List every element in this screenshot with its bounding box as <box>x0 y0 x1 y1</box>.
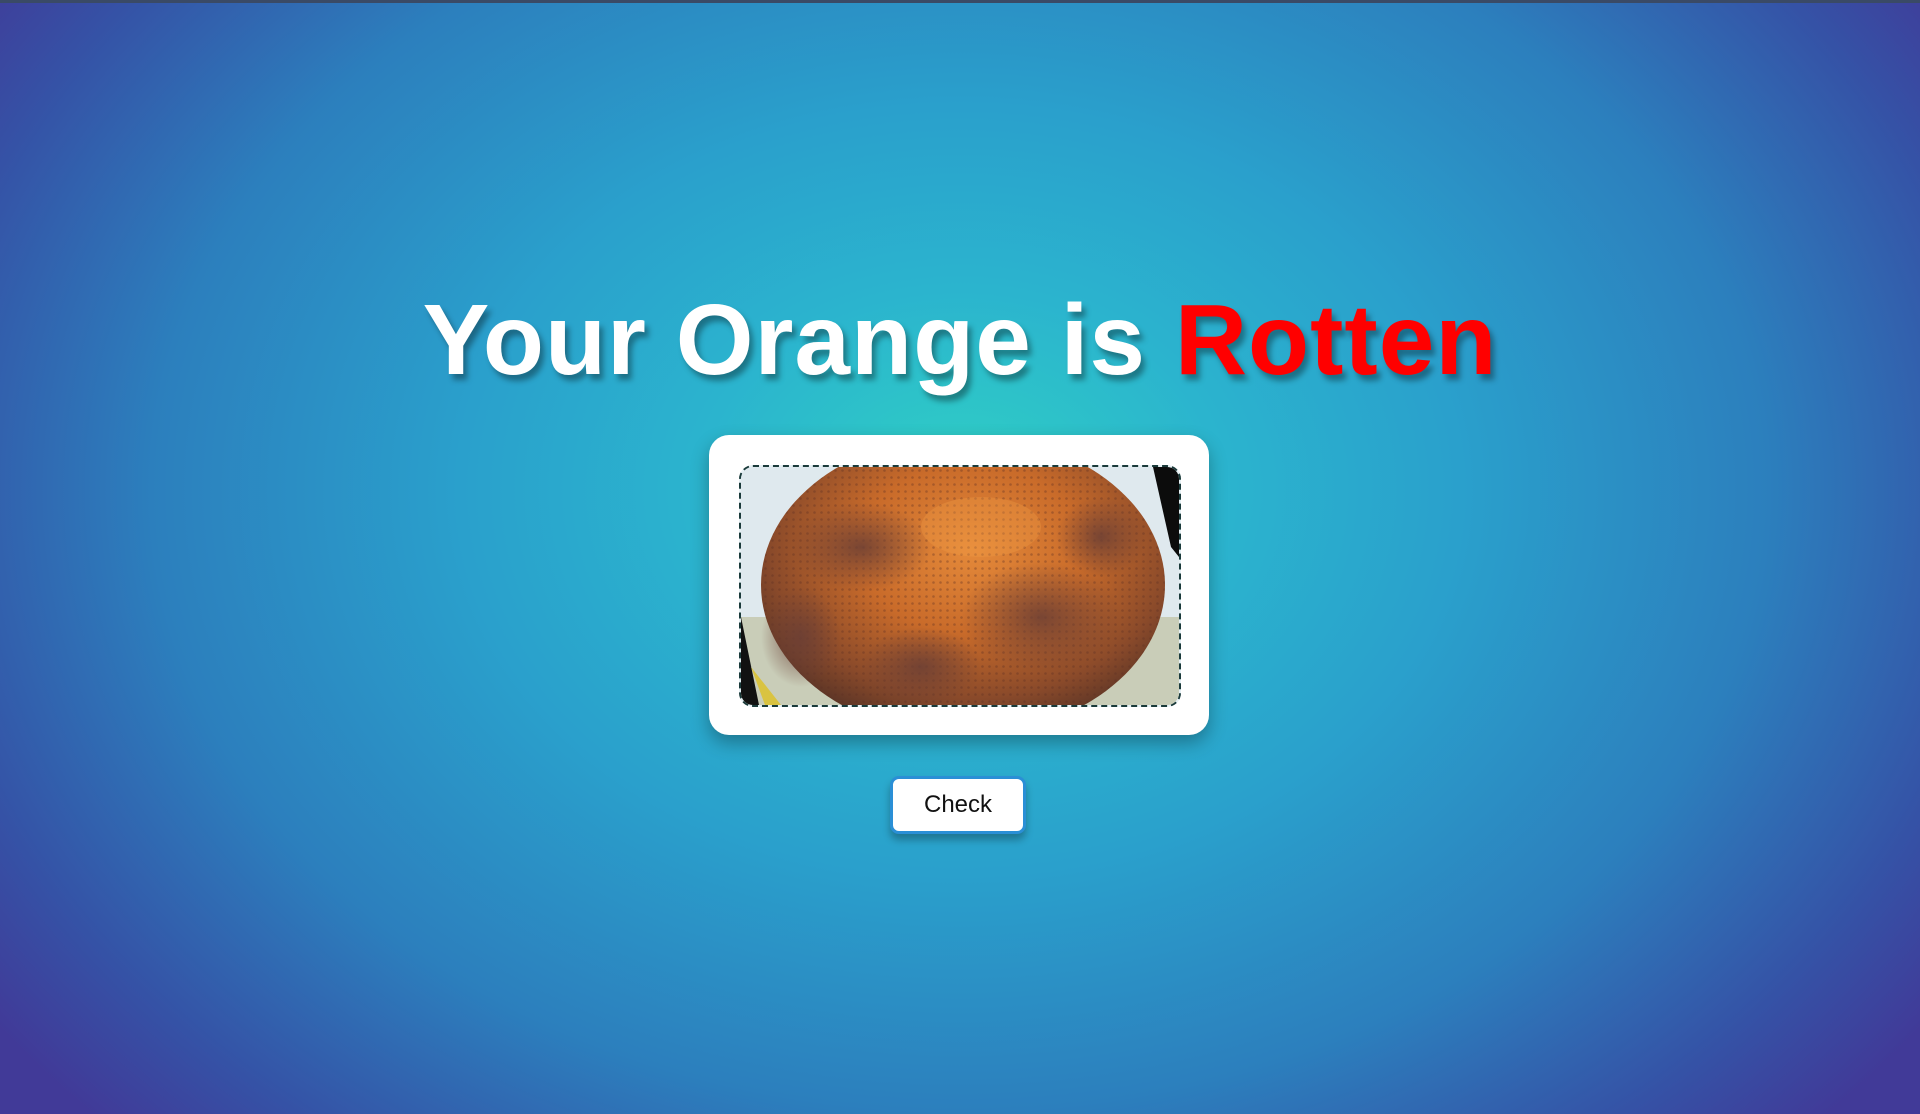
result-title-prefix: Your Orange is <box>422 284 1147 396</box>
result-heading: Your Orange is Rotten <box>0 282 1920 398</box>
window-top-border <box>0 0 1920 3</box>
check-button[interactable]: Check <box>890 776 1026 834</box>
uploaded-image-dropzone[interactable] <box>739 465 1181 707</box>
image-preview-card <box>709 435 1209 735</box>
result-verdict: Rotten <box>1174 284 1498 396</box>
orange-photo <box>741 467 1179 705</box>
